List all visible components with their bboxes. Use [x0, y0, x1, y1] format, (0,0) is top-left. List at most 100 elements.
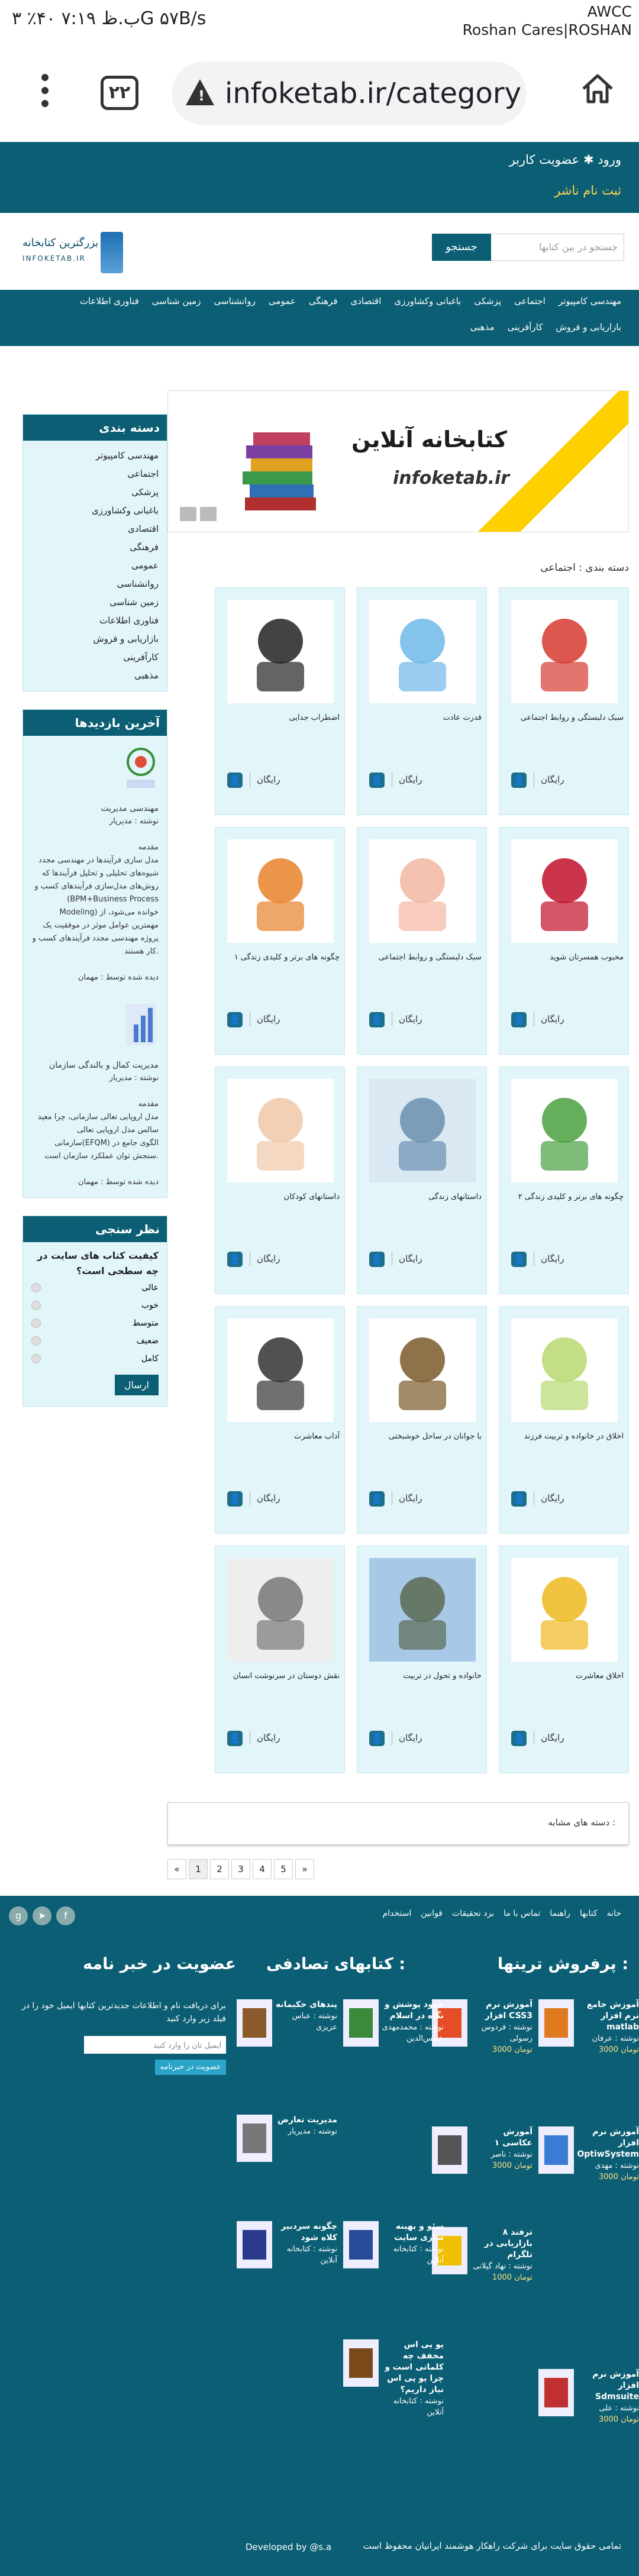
footer-book-thumbnail[interactable]	[343, 1999, 379, 2047]
footer-book-title[interactable]: آموزش نرم افزار CSS3	[470, 1999, 532, 2022]
nav-item[interactable]: مهندسی کامپیوتر	[559, 296, 621, 306]
footer-book-thumbnail[interactable]	[343, 2339, 379, 2387]
book-title[interactable]: داستانهای کودکان	[221, 1191, 340, 1203]
book-cover-image[interactable]	[511, 600, 618, 703]
user-icon[interactable]: 👤	[511, 1491, 527, 1507]
page-link[interactable]: 4	[253, 1859, 272, 1879]
book-card[interactable]: خانواده و تحول در تربیت 👤 رایگان	[357, 1546, 487, 1773]
page-link[interactable]: »	[295, 1859, 314, 1879]
book-cover-image[interactable]	[227, 600, 334, 703]
page-link[interactable]: «	[167, 1859, 186, 1879]
user-icon[interactable]: 👤	[227, 1731, 243, 1746]
poll-option[interactable]: خوب	[31, 1297, 159, 1314]
newsletter-email-input[interactable]: ایمیل تان را وارد کنید	[84, 2036, 226, 2054]
book-card[interactable]: سبک دلبستگی و روابط اجتماعی 👤 رایگان	[499, 587, 629, 815]
book-card[interactable]: چگونه های برتر و کلیدی زندگی ۱ 👤 رایگان	[215, 827, 345, 1055]
poll-option[interactable]: کامل	[31, 1350, 159, 1368]
radio-icon[interactable]	[31, 1318, 41, 1328]
footer-book-title[interactable]: یو پی اس مخفف چه کلماتی است و چرا یو پی …	[382, 2339, 444, 2396]
book-cover-image[interactable]	[369, 1079, 476, 1182]
banner-slider[interactable]: کتابخانه آنلاین infoketab.ir	[167, 390, 629, 532]
user-icon[interactable]: 👤	[369, 773, 385, 788]
book-card[interactable]: آداب معاشرت 👤 رایگان	[215, 1306, 345, 1534]
slider-next-button[interactable]	[200, 507, 217, 521]
nav-item[interactable]: فرهنگی	[309, 296, 338, 306]
footer-link[interactable]: تماس با ما	[504, 1909, 540, 1918]
user-icon[interactable]: 👤	[369, 1252, 385, 1267]
user-icon[interactable]: 👤	[511, 1252, 527, 1267]
sidebar-category[interactable]: زمین شناسی	[31, 593, 159, 612]
menu-icon[interactable]	[41, 74, 49, 113]
user-icon[interactable]: 👤	[227, 773, 243, 788]
page-link[interactable]: 5	[274, 1859, 293, 1879]
nav-item[interactable]: روانشناسی	[214, 296, 256, 306]
footer-book-thumbnail[interactable]	[538, 2126, 574, 2174]
page-link[interactable]: 3	[231, 1859, 250, 1879]
footer-book-title[interactable]: پندهای حکیمانه	[275, 1999, 337, 2011]
book-cover-image[interactable]	[511, 1318, 618, 1422]
sidebar-category[interactable]: اقتصادی	[31, 520, 159, 538]
book-cover-image[interactable]	[511, 839, 618, 943]
footer-link[interactable]: راهنما	[550, 1909, 570, 1918]
sidebar-category[interactable]: اجتماعی	[31, 465, 159, 483]
book-title[interactable]: داستانهای زندگی	[363, 1191, 482, 1203]
footer-book-thumbnail[interactable]	[237, 2221, 272, 2268]
site-logo[interactable]: بزرگترین کتابخانه INFOKETAB.IR	[22, 231, 123, 278]
not-secure-icon[interactable]: !	[186, 79, 214, 105]
book-thumbnail-icon[interactable]	[123, 744, 159, 791]
footer-book-thumbnail[interactable]	[237, 2115, 272, 2162]
footer-book-thumbnail[interactable]	[343, 2221, 379, 2268]
sidebar-category[interactable]: فناوری اطلاعات	[31, 612, 159, 630]
book-cover-image[interactable]	[369, 839, 476, 943]
user-icon[interactable]: 👤	[369, 1491, 385, 1507]
nav-item[interactable]: فناوری اطلاعات	[80, 296, 139, 306]
telegram-icon[interactable]: ➤	[33, 1906, 51, 1925]
nav-item[interactable]: زمین شناسی	[152, 296, 201, 306]
nav-item[interactable]: بازاریابی و فروش	[556, 322, 621, 332]
book-title[interactable]: چگونه های برتر و کلیدی زندگی ۲	[505, 1191, 624, 1203]
user-icon[interactable]: 👤	[511, 1012, 527, 1027]
book-title[interactable]: اخلاق معاشرت	[505, 1670, 624, 1682]
sidebar-category[interactable]: باغبانی وکشاورزی	[31, 502, 159, 520]
slider-controls[interactable]	[180, 507, 217, 521]
book-title[interactable]: با جوانان در ساحل خوشبختی	[363, 1431, 482, 1443]
nav-item[interactable]: اجتماعی	[514, 296, 546, 306]
footer-link[interactable]: قوانین	[421, 1909, 443, 1918]
sidebar-category[interactable]: روانشناسی	[31, 575, 159, 593]
book-card[interactable]: نقش دوستان در سرنوشت انسان 👤 رایگان	[215, 1546, 345, 1773]
poll-option[interactable]: عالی	[31, 1279, 159, 1297]
book-title[interactable]: نقش دوستان در سرنوشت انسان	[221, 1670, 340, 1682]
user-icon[interactable]: 👤	[227, 1012, 243, 1027]
footer-book-title[interactable]: مدیریت تعارض	[275, 2115, 337, 2126]
book-cover-image[interactable]	[227, 1079, 334, 1182]
footer-book-title[interactable]: آموزش جامع نرم افزار matlab	[577, 1999, 639, 2033]
nav-item[interactable]: اقتصادی	[351, 296, 382, 306]
footer-link[interactable]: کتابها	[580, 1909, 598, 1918]
footer-book-thumbnail[interactable]	[237, 1999, 272, 2047]
url-text[interactable]: infoketab.ir/category/7	[225, 77, 521, 110]
book-thumbnail-icon[interactable]	[123, 1001, 159, 1048]
footer-book-title[interactable]: آموزش عکاسی ۱	[470, 2126, 532, 2149]
book-card[interactable]: چگونه های برتر و کلیدی زندگی ۲ 👤 رایگان	[499, 1066, 629, 1294]
book-title[interactable]: سبک دلبستگی و روابط اجتماعی	[363, 952, 482, 964]
book-cover-image[interactable]	[227, 839, 334, 943]
footer-book-thumbnail[interactable]	[432, 2126, 467, 2174]
footer-book-thumbnail[interactable]	[538, 1999, 574, 2047]
sidebar-category[interactable]: عمومی	[31, 557, 159, 575]
book-title[interactable]: محبوب همسرتان شوید	[505, 952, 624, 964]
page-link[interactable]: 2	[210, 1859, 229, 1879]
sidebar-category[interactable]: پزشکی	[31, 483, 159, 502]
user-icon[interactable]: 👤	[227, 1252, 243, 1267]
user-icon[interactable]: 👤	[369, 1731, 385, 1746]
book-cover-image[interactable]	[227, 1558, 334, 1662]
book-card[interactable]: با جوانان در ساحل خوشبختی 👤 رایگان	[357, 1306, 487, 1534]
poll-option[interactable]: متوسط	[31, 1314, 159, 1332]
book-title[interactable]: چگونه های برتر و کلیدی زندگی ۱	[221, 952, 340, 964]
address-bar[interactable]: ! infoketab.ir/category/7	[172, 62, 527, 125]
page-link[interactable]: 1	[189, 1859, 208, 1879]
user-icon[interactable]: 👤	[227, 1491, 243, 1507]
book-card[interactable]: اخلاق در خانواده و تربیت فرزند 👤 رایگان	[499, 1306, 629, 1534]
home-icon[interactable]	[580, 71, 615, 106]
footer-book-title[interactable]: ۸ ترفند بازاریابی در تلگرام	[470, 2227, 532, 2261]
book-title[interactable]: خانواده و تحول در تربیت	[363, 1670, 482, 1682]
